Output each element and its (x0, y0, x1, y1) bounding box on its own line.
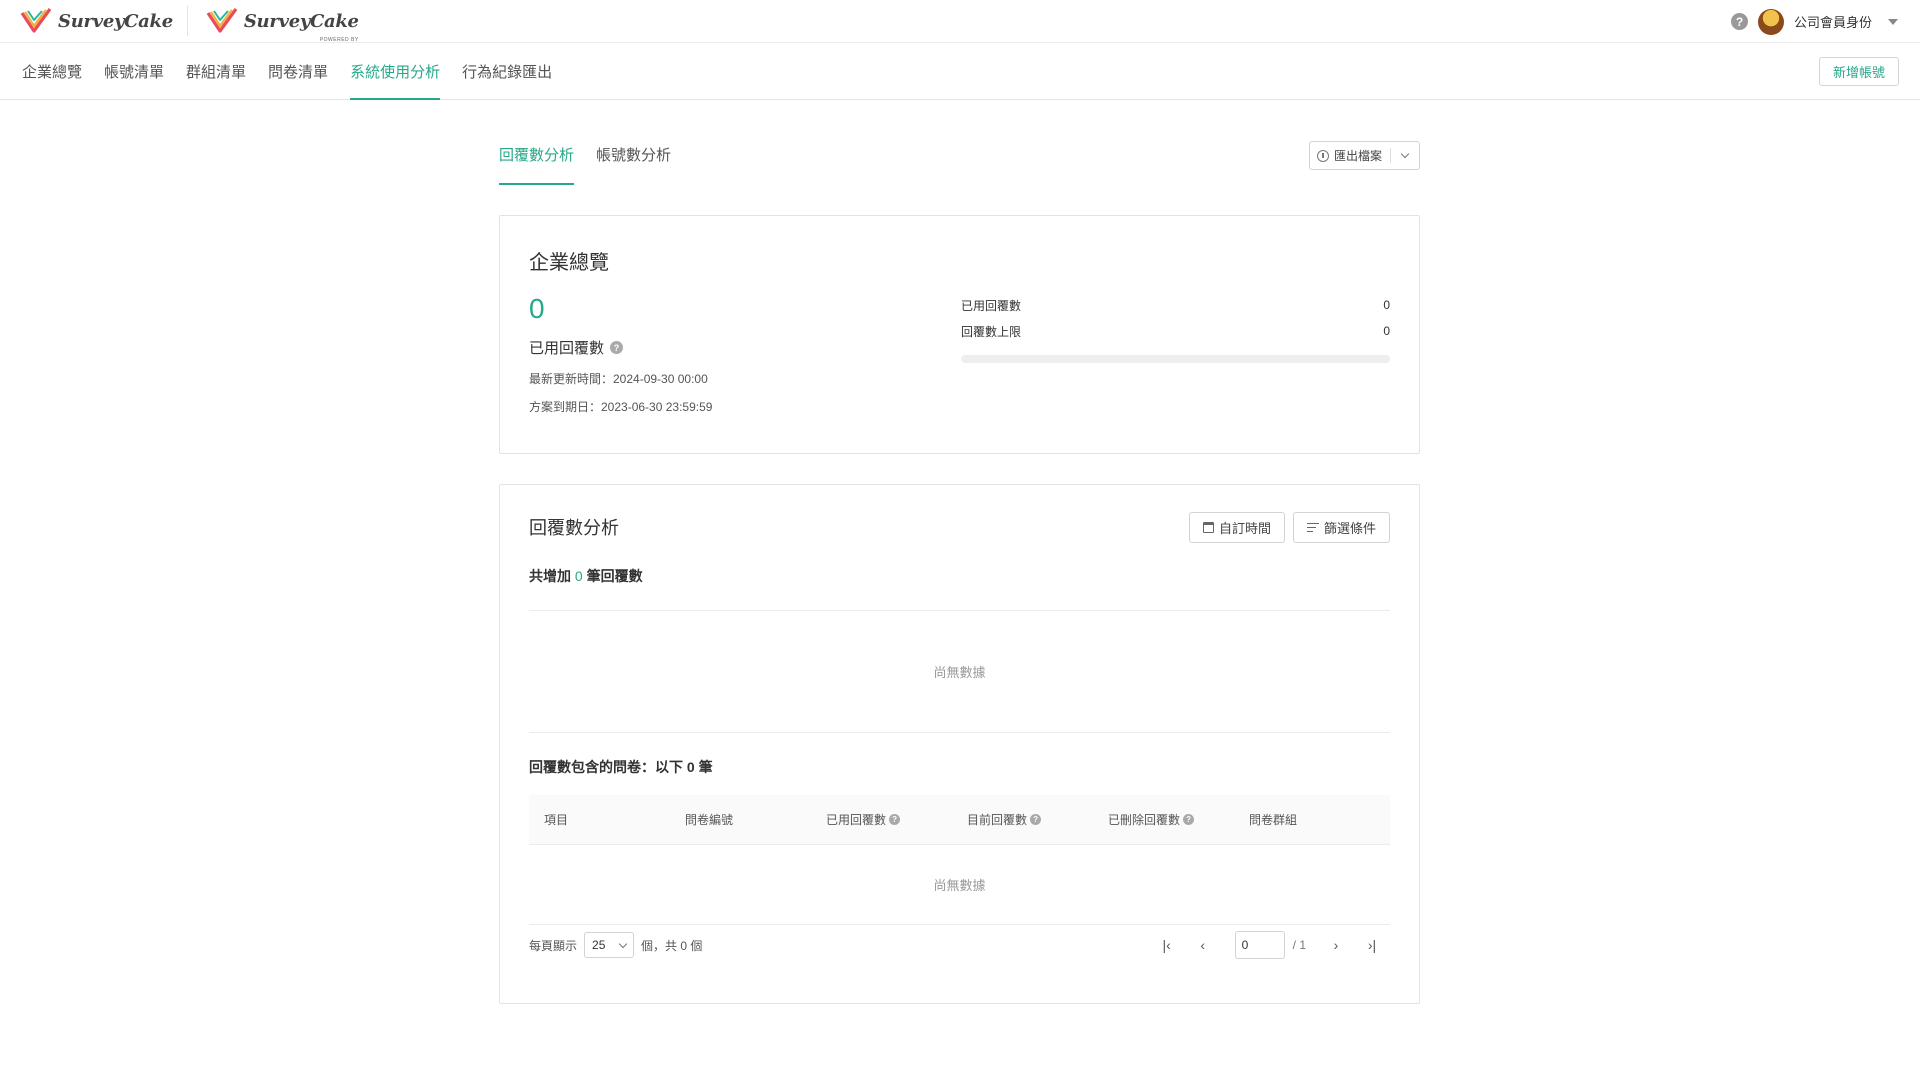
column-header-current-responses: 目前回覆數? (967, 811, 1108, 828)
question-circle-icon[interactable]: ? (889, 814, 901, 825)
table-title: 回覆數包含的問卷：以下 0 筆 (529, 759, 713, 775)
nav-item-enterprise-overview[interactable]: 企業總覽 (22, 43, 93, 99)
stat-row-limit: 回覆數上限 0 (961, 318, 1390, 344)
column-label: 問卷編號 (685, 813, 734, 827)
per-page-select[interactable]: 25 (584, 932, 635, 958)
question-circle-icon[interactable]: ? (610, 341, 624, 354)
tab-account-analysis[interactable]: 帳號數分析 (596, 144, 671, 185)
logo2-text: SurveyCake (243, 10, 359, 32)
column-header-survey-id: 問卷編號 (685, 811, 826, 828)
user-area: ? 公司會員身份 (1730, 0, 1898, 43)
page-navigation: |‹ ‹ / 1 › ›| (1149, 931, 1390, 959)
pagination: 每頁顯示 25 個，共 0 個 |‹ ‹ / 1 › ›| (529, 925, 1390, 965)
top-bar: SurveyCake SurveyCake POWERED BY ? 公司會員身… (0, 0, 1920, 43)
enterprise-overview-card: 企業總覽 0 已用回覆數 ? 最新更新時間：2024-09-30 00:00 方… (499, 215, 1420, 454)
first-page-icon[interactable]: |‹ (1149, 932, 1185, 958)
filter-icon (1306, 522, 1319, 532)
table-empty-state: 尚無數據 (529, 845, 1390, 925)
chevron-down-icon (618, 939, 628, 948)
nav-item-system-usage-analysis[interactable]: 系統使用分析 (339, 43, 451, 100)
last-updated-text: 最新更新時間：2024-09-30 00:00 (529, 372, 708, 386)
column-label: 已用回覆數 (826, 813, 887, 827)
total-count-label: 個，共 0 個 (641, 938, 703, 953)
chevron-down-icon (1400, 149, 1410, 159)
surveycake-secondary-logo: SurveyCake POWERED BY (206, 7, 359, 43)
column-label: 目前回覆數 (967, 813, 1028, 827)
overview-title: 企業總覽 (529, 252, 609, 274)
column-header-item: 項目 (544, 811, 685, 828)
summary-count: 0 (574, 568, 583, 584)
nav-item-account-list[interactable]: 帳號清單 (93, 43, 175, 99)
nav-item-survey-list[interactable]: 問卷清單 (257, 43, 339, 99)
question-circle-icon[interactable]: ? (1183, 814, 1195, 825)
column-header-deleted-responses: 已刪除回覆數? (1108, 811, 1249, 828)
calendar-icon (1202, 521, 1214, 533)
stat-label: 回覆數上限 (961, 324, 1022, 339)
chart-empty-state: 尚無數據 (529, 611, 1390, 733)
main-content: 回覆數分析 帳號數分析 匯出檔案 企業總覽 0 已用回覆數 ? 最新更新時間：2… (499, 101, 1420, 1004)
download-icon (1316, 149, 1329, 162)
next-page-icon[interactable]: › (1318, 932, 1354, 958)
stat-label: 已用回覆數 (961, 298, 1022, 313)
page-number-input[interactable] (1234, 931, 1285, 959)
analysis-actions: 自訂時間 篩選條件 (1188, 511, 1390, 543)
summary-prefix: 共增加 (529, 568, 571, 584)
export-dropdown-toggle[interactable] (1391, 142, 1419, 169)
filter-label: 篩選條件 (1323, 520, 1376, 536)
column-label: 已刪除回覆數 (1108, 813, 1181, 827)
nav-item-activity-log-export[interactable]: 行為紀錄匯出 (451, 43, 563, 99)
filter-conditions-button[interactable]: 篩選條件 (1292, 511, 1390, 543)
response-summary: 共增加 0 筆回覆數 (529, 566, 1390, 586)
question-circle-icon[interactable]: ? (1730, 13, 1748, 30)
question-circle-icon[interactable]: ? (1030, 814, 1042, 825)
column-label: 問卷群組 (1249, 813, 1298, 827)
caret-down-icon[interactable] (1888, 18, 1898, 25)
stat-value: 0 (1383, 324, 1390, 338)
response-analysis-card: 回覆數分析 自訂時間 篩選條件 共增加 0 筆回覆數 尚無數據 回覆數包含的問卷… (499, 484, 1420, 1004)
column-label: 項目 (544, 813, 569, 827)
stat-row-used: 已用回覆數 0 (961, 292, 1390, 318)
export-file-button[interactable]: 匯出檔案 (1308, 141, 1420, 170)
analysis-header: 回覆數分析 自訂時間 篩選條件 (529, 511, 1390, 543)
tab-response-analysis[interactable]: 回覆數分析 (499, 144, 575, 185)
new-account-button[interactable]: 新增帳號 (1818, 57, 1899, 86)
per-page-control: 每頁顯示 25 個，共 0 個 (529, 932, 702, 958)
surveycake-logo[interactable]: SurveyCake (20, 7, 173, 35)
logo-divider (186, 6, 188, 36)
custom-time-label: 自訂時間 (1218, 520, 1271, 536)
prev-page-icon[interactable]: ‹ (1185, 932, 1221, 958)
per-page-value: 25 (592, 938, 606, 952)
surveycake-logo-icon (206, 8, 238, 33)
plan-expiry-text: 方案到期日：2023-06-30 23:59:59 (529, 400, 713, 414)
avatar[interactable] (1757, 8, 1784, 35)
custom-time-button[interactable]: 自訂時間 (1188, 511, 1285, 543)
nav-item-group-list[interactable]: 群組清單 (175, 43, 257, 99)
usage-progress-bar (961, 355, 1390, 363)
surveycake-logo-icon (20, 8, 52, 33)
stat-value: 0 (1383, 298, 1390, 312)
last-page-icon[interactable]: ›| (1354, 932, 1390, 958)
summary-suffix: 筆回覆數 (586, 568, 643, 584)
table-header: 項目 問卷編號 已用回覆數? 目前回覆數? 已刪除回覆數? 問卷群組 (529, 795, 1390, 845)
logo-text: SurveyCake (58, 10, 173, 32)
user-name[interactable]: 公司會員身份 (1794, 12, 1872, 31)
export-label: 匯出檔案 (1333, 149, 1382, 163)
analysis-subtabs: 回覆數分析 帳號數分析 匯出檔案 (499, 101, 1420, 185)
used-count-label: 已用回覆數 (529, 340, 605, 357)
main-nav: 企業總覽 帳號清單 群組清單 問卷清單 系統使用分析 行為紀錄匯出 新增帳號 (0, 43, 1920, 100)
column-header-survey-group: 問卷群組 (1249, 811, 1390, 828)
usage-stats: 已用回覆數 0 回覆數上限 0 (961, 292, 1390, 363)
per-page-label: 每頁顯示 (529, 938, 578, 953)
analysis-title: 回覆數分析 (529, 518, 619, 538)
column-header-used-responses: 已用回覆數? (826, 811, 967, 828)
total-pages-label: / 1 (1292, 938, 1306, 952)
export-main-action[interactable]: 匯出檔案 (1310, 148, 1391, 163)
